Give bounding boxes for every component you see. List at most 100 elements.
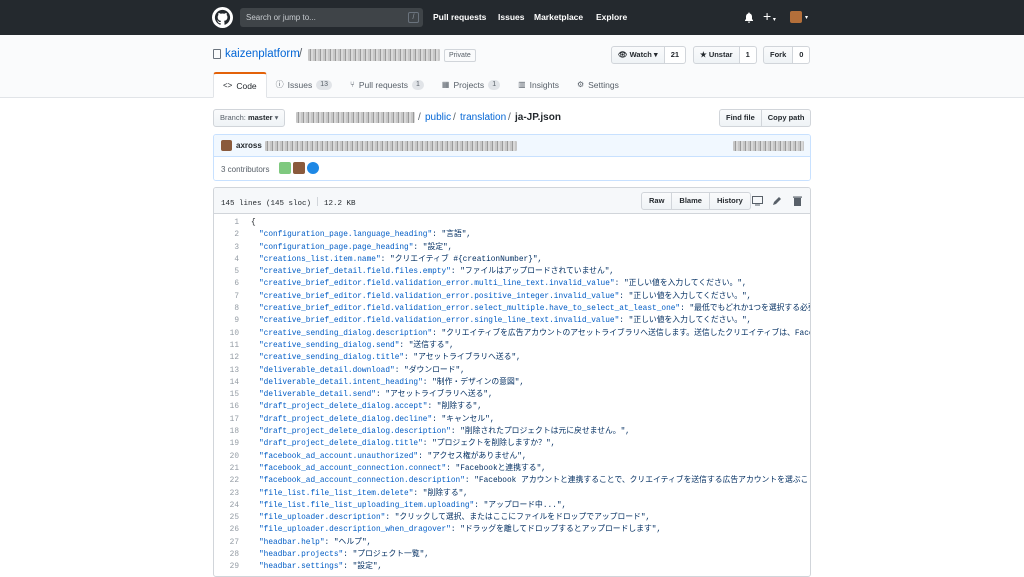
chevron-down-icon[interactable]: ▾ bbox=[805, 14, 808, 21]
line-number[interactable]: 26 bbox=[214, 524, 239, 536]
breadcrumb-public[interactable]: public bbox=[425, 112, 451, 123]
code-line: 8 "creative_brief_editor.field.validation… bbox=[214, 303, 810, 315]
tab-label: Pull requests bbox=[358, 80, 408, 90]
json-key: "configuration_page.page_heading" bbox=[259, 243, 414, 252]
json-key: "file_list.file_list_uploading_item.uplo… bbox=[259, 501, 475, 510]
nav-pull-requests[interactable]: Pull requests bbox=[433, 12, 486, 22]
fork-count[interactable]: 0 bbox=[793, 46, 811, 64]
watch-count[interactable]: 21 bbox=[664, 46, 687, 64]
line-number[interactable]: 13 bbox=[214, 365, 239, 377]
line-content: "file_uploader.description_when_dragover… bbox=[259, 524, 661, 536]
search-input[interactable]: Search or jump to... / bbox=[240, 8, 423, 27]
trash-icon[interactable] bbox=[792, 196, 803, 206]
code-line: 22 "facebook_ad_account_connection.descri… bbox=[214, 475, 810, 487]
tab-projects[interactable]: ▦ Projects 1 bbox=[433, 72, 509, 98]
line-number[interactable]: 14 bbox=[214, 377, 239, 389]
line-number[interactable]: 1 bbox=[214, 217, 239, 229]
contributor-avatar[interactable] bbox=[293, 162, 305, 174]
user-avatar[interactable] bbox=[790, 11, 802, 23]
blame-button[interactable]: Blame bbox=[671, 192, 710, 210]
line-number[interactable]: 25 bbox=[214, 512, 239, 524]
code-line: 5 "creative_brief_detail.field.files.empt… bbox=[214, 266, 810, 278]
tab-pull-requests[interactable]: ⑂ Pull requests 1 bbox=[341, 72, 433, 98]
branch-select-button[interactable]: Branch: master ▾ bbox=[213, 109, 286, 127]
line-number[interactable]: 16 bbox=[214, 401, 239, 413]
tab-insights[interactable]: ▥ Insights bbox=[509, 72, 568, 98]
line-number[interactable]: 21 bbox=[214, 463, 239, 475]
fork-button[interactable]: Fork bbox=[763, 46, 794, 64]
line-number[interactable]: 5 bbox=[214, 266, 239, 278]
contributor-avatar[interactable] bbox=[279, 162, 291, 174]
history-button[interactable]: History bbox=[708, 192, 751, 210]
line-number[interactable]: 18 bbox=[214, 426, 239, 438]
desktop-icon[interactable] bbox=[752, 196, 763, 206]
breadcrumb-translation[interactable]: translation bbox=[460, 112, 506, 123]
contributor-avatar[interactable] bbox=[307, 162, 319, 174]
line-number[interactable]: 11 bbox=[214, 340, 239, 352]
redacted-repo-breadcrumb bbox=[296, 112, 415, 123]
code-line: 25 "file_uploader.description": "クリックして選択… bbox=[214, 512, 810, 524]
code-line: 27 "headbar.help": "ヘルプ", bbox=[214, 537, 810, 549]
nav-marketplace[interactable]: Marketplace bbox=[534, 12, 583, 22]
commit-author[interactable]: axross bbox=[236, 141, 262, 150]
code-line: 20 "facebook_ad_account.unauthorized": "ア… bbox=[214, 451, 810, 463]
line-content: "creative_sending_dialog.send": "送信する", bbox=[259, 340, 454, 352]
line-content: "deliverable_detail.intent_heading": "制作… bbox=[259, 377, 524, 389]
graph-icon: ▥ bbox=[518, 80, 526, 89]
line-number[interactable]: 6 bbox=[214, 278, 239, 290]
repo-owner-link[interactable]: kaizenplatform bbox=[225, 48, 300, 60]
line-number[interactable]: 8 bbox=[214, 303, 239, 315]
line-number[interactable]: 3 bbox=[214, 242, 239, 254]
line-number[interactable]: 10 bbox=[214, 328, 239, 340]
copy-path-button[interactable]: Copy path bbox=[761, 109, 812, 127]
line-number[interactable]: 20 bbox=[214, 451, 239, 463]
json-value: : "Facebook アカウントと連携することで、クリエイティブを送信する広告… bbox=[464, 477, 811, 486]
code-body: 1{2 "configuration_page.language_heading"… bbox=[214, 214, 810, 574]
line-number[interactable]: 9 bbox=[214, 315, 239, 327]
github-logo-icon[interactable] bbox=[212, 7, 233, 28]
commit-author-avatar[interactable] bbox=[221, 140, 232, 151]
repo-lock-icon bbox=[213, 49, 221, 59]
json-value: : "ヘルプ", bbox=[324, 538, 372, 547]
create-new-plus-icon[interactable]: + ▾ bbox=[763, 8, 776, 24]
json-value: : "アセットライブラリへ送る", bbox=[404, 354, 521, 363]
line-content: "deliverable_detail.download": "ダウンロード", bbox=[259, 365, 465, 377]
line-number[interactable]: 19 bbox=[214, 438, 239, 450]
star-count[interactable]: 1 bbox=[739, 46, 757, 64]
tab-issues[interactable]: ⓘ Issues 13 bbox=[267, 72, 341, 98]
unstar-button[interactable]: ★ Unstar bbox=[693, 46, 740, 64]
line-number[interactable]: 2 bbox=[214, 229, 239, 241]
line-content: "creative_brief_editor.field.validation_… bbox=[259, 291, 751, 303]
line-number[interactable]: 24 bbox=[214, 500, 239, 512]
watch-button[interactable]: 👁 Watch ▾ bbox=[611, 46, 665, 64]
tab-settings[interactable]: ⚙ Settings bbox=[568, 72, 628, 98]
notifications-bell-icon[interactable] bbox=[744, 12, 754, 23]
line-content: "configuration_page.language_heading": "… bbox=[259, 229, 471, 241]
nav-explore[interactable]: Explore bbox=[596, 12, 627, 22]
gear-icon: ⚙ bbox=[576, 80, 585, 89]
line-number[interactable]: 12 bbox=[214, 352, 239, 364]
code-line: 3 "configuration_page.page_heading": "設定"… bbox=[214, 242, 810, 254]
line-number[interactable]: 28 bbox=[214, 549, 239, 561]
line-content: "facebook_ad_account_connection.descript… bbox=[259, 475, 811, 487]
line-number[interactable]: 7 bbox=[214, 291, 239, 303]
tab-code[interactable]: <> Code bbox=[213, 72, 267, 98]
raw-button[interactable]: Raw bbox=[641, 192, 673, 210]
json-value: : "Facebookと連携する", bbox=[446, 464, 546, 473]
line-number[interactable]: 17 bbox=[214, 414, 239, 426]
line-number[interactable]: 27 bbox=[214, 537, 239, 549]
branch-prefix: Branch: bbox=[220, 113, 246, 122]
line-content: "draft_project_delete_dialog.decline": "… bbox=[259, 414, 495, 426]
contributors-count[interactable]: 3 contributors bbox=[221, 165, 269, 174]
find-file-button[interactable]: Find file bbox=[719, 109, 762, 127]
line-number[interactable]: 4 bbox=[214, 254, 239, 266]
line-number[interactable]: 15 bbox=[214, 389, 239, 401]
private-badge: Private bbox=[444, 49, 476, 62]
line-number[interactable]: 22 bbox=[214, 475, 239, 487]
pencil-edit-icon[interactable] bbox=[772, 196, 783, 206]
line-number[interactable]: 29 bbox=[214, 561, 239, 573]
code-line: 26 "file_uploader.description_when_dragov… bbox=[214, 524, 810, 536]
issues-counter: 13 bbox=[316, 80, 333, 90]
nav-issues[interactable]: Issues bbox=[498, 12, 524, 22]
line-number[interactable]: 23 bbox=[214, 488, 239, 500]
